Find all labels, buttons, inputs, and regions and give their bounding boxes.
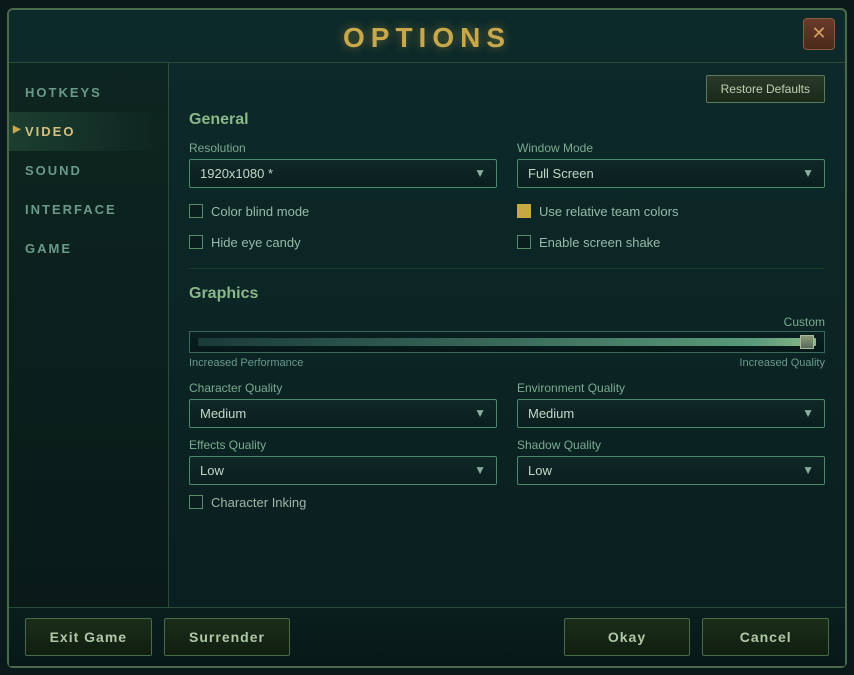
sidebar-item-sound[interactable]: SOUND bbox=[9, 151, 168, 190]
use-relative-team-label: Use relative team colors bbox=[539, 204, 678, 219]
graphics-slider-track[interactable] bbox=[198, 338, 816, 346]
color-blind-row: Color blind mode bbox=[189, 204, 497, 219]
resolution-value: 1920x1080 * bbox=[200, 166, 273, 181]
exit-game-button[interactable]: Exit Game bbox=[25, 618, 152, 656]
section-divider bbox=[189, 268, 825, 269]
cancel-button[interactable]: Cancel bbox=[702, 618, 829, 656]
color-blind-label: Color blind mode bbox=[211, 204, 309, 219]
resolution-label: Resolution bbox=[189, 141, 497, 155]
sidebar: HOTKEYS VIDEO SOUND INTERFACE GAME bbox=[9, 63, 169, 607]
options-modal: OPTIONS ✕ HOTKEYS VIDEO SOUND INTERFACE … bbox=[7, 8, 847, 668]
close-button[interactable]: ✕ bbox=[803, 18, 835, 50]
environment-quality-label: Environment Quality bbox=[517, 381, 825, 395]
modal-footer: Exit Game Surrender Okay Cancel bbox=[9, 607, 845, 666]
graphics-section-title: Graphics bbox=[189, 285, 825, 303]
shadow-quality-arrow: ▼ bbox=[802, 463, 814, 477]
footer-spacer bbox=[302, 618, 551, 656]
general-checkboxes: Color blind mode Use relative team color… bbox=[189, 198, 825, 256]
general-section-title: General bbox=[189, 111, 825, 129]
graphics-slider-thumb[interactable] bbox=[800, 335, 814, 349]
enable-screen-shake-label: Enable screen shake bbox=[539, 235, 660, 250]
sidebar-item-interface[interactable]: INTERFACE bbox=[9, 190, 168, 229]
enable-screen-shake-checkbox[interactable] bbox=[517, 235, 531, 249]
character-inking-checkbox[interactable] bbox=[189, 495, 203, 509]
modal-title: OPTIONS bbox=[343, 22, 511, 53]
character-inking-row: Character Inking bbox=[189, 495, 825, 510]
resolution-dropdown[interactable]: 1920x1080 * ▼ bbox=[189, 159, 497, 188]
resolution-field: Resolution 1920x1080 * ▼ bbox=[189, 141, 497, 188]
effects-quality-arrow: ▼ bbox=[474, 463, 486, 477]
character-quality-label: Character Quality bbox=[189, 381, 497, 395]
effects-quality-label: Effects Quality bbox=[189, 438, 497, 452]
use-relative-team-row: Use relative team colors bbox=[517, 204, 825, 219]
graphics-section: Graphics Custom Increased Performance In… bbox=[189, 285, 825, 510]
environment-quality-dropdown[interactable]: Medium ▼ bbox=[517, 399, 825, 428]
environment-quality-value: Medium bbox=[528, 406, 574, 421]
window-mode-value: Full Screen bbox=[528, 166, 594, 181]
shadow-quality-field: Shadow Quality Low ▼ bbox=[517, 438, 825, 485]
environment-quality-arrow: ▼ bbox=[802, 406, 814, 420]
hide-eye-candy-row: Hide eye candy bbox=[189, 235, 497, 250]
enable-screen-shake-row: Enable screen shake bbox=[517, 235, 825, 250]
hide-eye-candy-label: Hide eye candy bbox=[211, 235, 301, 250]
section-header-row: Restore Defaults bbox=[189, 75, 825, 103]
hide-eye-candy-checkbox[interactable] bbox=[189, 235, 203, 249]
character-quality-arrow: ▼ bbox=[474, 406, 486, 420]
quality-preset-label: Custom bbox=[189, 315, 825, 329]
character-inking-label: Character Inking bbox=[211, 495, 306, 510]
slider-labels: Increased Performance Increased Quality bbox=[189, 357, 825, 369]
graphics-slider-container bbox=[189, 331, 825, 353]
quality-dropdowns-row1: Character Quality Medium ▼ Environment Q… bbox=[189, 381, 825, 428]
environment-quality-field: Environment Quality Medium ▼ bbox=[517, 381, 825, 428]
character-quality-dropdown[interactable]: Medium ▼ bbox=[189, 399, 497, 428]
modal-header: OPTIONS ✕ bbox=[9, 10, 845, 63]
modal-body: HOTKEYS VIDEO SOUND INTERFACE GAME Resto… bbox=[9, 63, 845, 607]
quality-dropdowns-row2: Effects Quality Low ▼ Shadow Quality Low… bbox=[189, 438, 825, 485]
content-area: Restore Defaults General Resolution 1920… bbox=[169, 63, 845, 607]
window-mode-dropdown-arrow: ▼ bbox=[802, 166, 814, 180]
slider-right-label: Increased Quality bbox=[739, 357, 825, 369]
sidebar-item-hotkeys[interactable]: HOTKEYS bbox=[9, 73, 168, 112]
window-mode-label: Window Mode bbox=[517, 141, 825, 155]
shadow-quality-dropdown[interactable]: Low ▼ bbox=[517, 456, 825, 485]
shadow-quality-label: Shadow Quality bbox=[517, 438, 825, 452]
resolution-window-row: Resolution 1920x1080 * ▼ Window Mode Ful… bbox=[189, 141, 825, 188]
sidebar-item-video[interactable]: VIDEO bbox=[9, 112, 168, 151]
effects-quality-field: Effects Quality Low ▼ bbox=[189, 438, 497, 485]
shadow-quality-value: Low bbox=[528, 463, 552, 478]
color-blind-checkbox[interactable] bbox=[189, 204, 203, 218]
sidebar-item-game[interactable]: GAME bbox=[9, 229, 168, 268]
slider-left-label: Increased Performance bbox=[189, 357, 303, 369]
window-mode-field: Window Mode Full Screen ▼ bbox=[517, 141, 825, 188]
character-quality-field: Character Quality Medium ▼ bbox=[189, 381, 497, 428]
effects-quality-value: Low bbox=[200, 463, 224, 478]
restore-defaults-button[interactable]: Restore Defaults bbox=[706, 75, 825, 103]
window-mode-dropdown[interactable]: Full Screen ▼ bbox=[517, 159, 825, 188]
okay-button[interactable]: Okay bbox=[564, 618, 691, 656]
character-quality-value: Medium bbox=[200, 406, 246, 421]
use-relative-team-checkbox[interactable] bbox=[517, 204, 531, 218]
effects-quality-dropdown[interactable]: Low ▼ bbox=[189, 456, 497, 485]
resolution-dropdown-arrow: ▼ bbox=[474, 166, 486, 180]
surrender-button[interactable]: Surrender bbox=[164, 618, 291, 656]
